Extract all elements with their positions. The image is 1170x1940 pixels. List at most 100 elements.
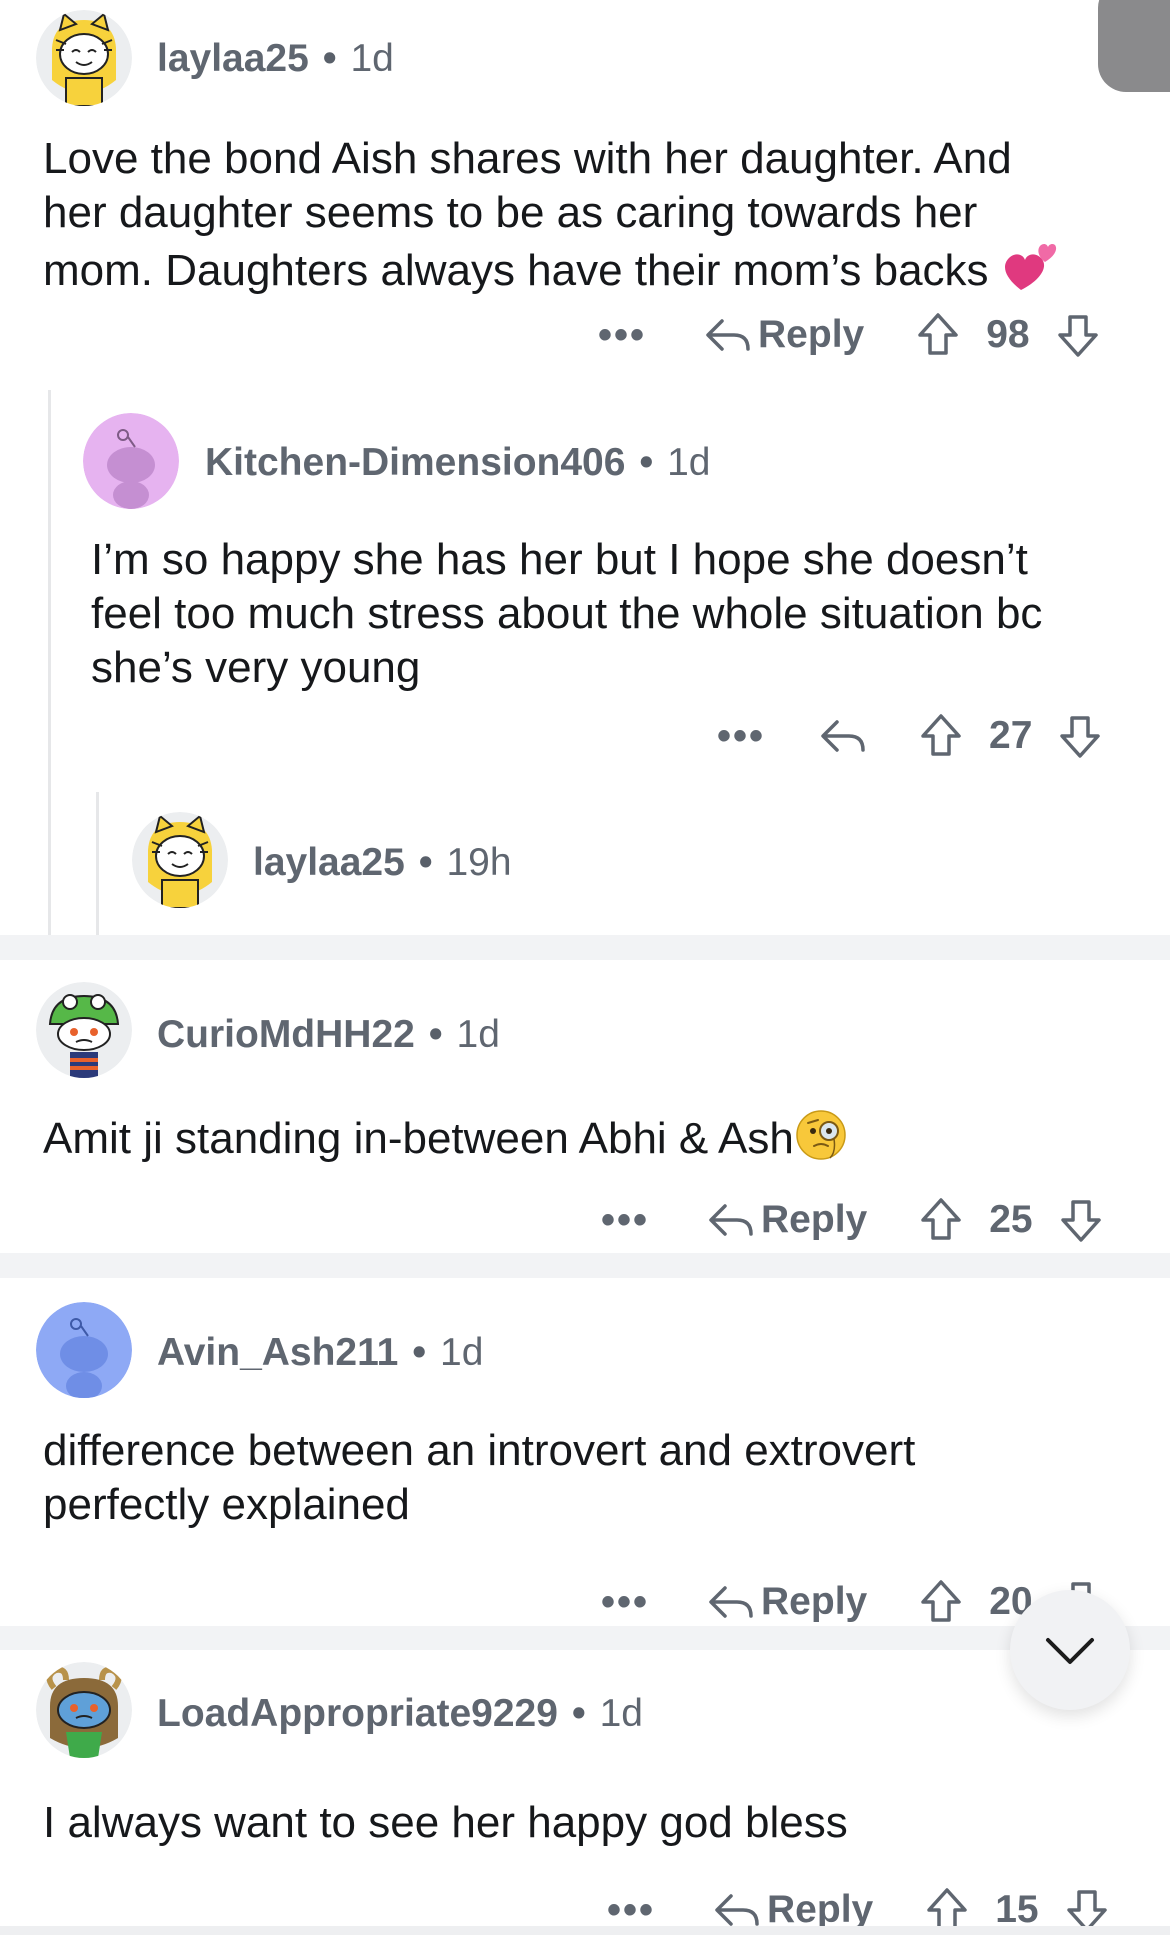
tiger-hood-avatar-icon [132, 812, 228, 908]
avatar[interactable] [83, 413, 179, 509]
avatar[interactable] [132, 812, 228, 908]
separator-dot: • [428, 1013, 443, 1056]
vote-score: 98 [986, 313, 1030, 356]
comment-0: laylaa25 • 1d Love the bond Aish shares wi… [0, 0, 1170, 375]
downvote-arrow-icon [1060, 1200, 1101, 1242]
timestamp: 1d [350, 37, 394, 80]
comment-line: feel too much stress about the whole sit… [91, 589, 1043, 638]
comment-body: difference between an introvert and extr… [43, 1424, 1143, 1532]
comment-actions: ••• Reply 98 [598, 305, 1102, 365]
downvote-arrow-icon [1057, 315, 1098, 357]
more-options-button[interactable]: ••• [601, 1198, 649, 1243]
separator-dot: • [639, 441, 654, 484]
downvote-arrow-icon [1060, 716, 1101, 758]
upvote-arrow-icon [921, 1198, 961, 1240]
downvote-button[interactable] [1054, 311, 1102, 359]
avatar[interactable] [36, 1302, 132, 1398]
separator-dot: • [418, 841, 433, 884]
tiger-hood-avatar-icon [36, 10, 132, 106]
reply-button[interactable]: Reply [707, 1580, 867, 1624]
reply-label: Reply [761, 1580, 868, 1623]
comment-separator [0, 1253, 1170, 1278]
next-comment-button[interactable] [1010, 1590, 1130, 1710]
more-options-button[interactable]: ••• [601, 1580, 649, 1625]
comment-meta: Kitchen-Dimension406 • 1d [205, 441, 710, 485]
more-options-button[interactable]: ••• [717, 714, 765, 759]
timestamp: 1d [456, 1013, 500, 1056]
comment-body: Amit ji standing in-between Abhi & Ash [43, 1108, 1143, 1175]
more-options-button[interactable]: ••• [598, 313, 646, 358]
default-snoo-avatar-icon [36, 1302, 132, 1398]
frog-hat-snoo-avatar-icon [36, 982, 132, 1078]
comment-line: difference between an introvert and extr… [43, 1426, 916, 1475]
upvote-button[interactable] [917, 1578, 965, 1626]
default-snoo-avatar-icon [83, 413, 179, 509]
avatar[interactable] [36, 1662, 132, 1758]
bottom-edge [0, 1926, 1170, 1935]
username[interactable]: laylaa25 [253, 841, 405, 884]
reply-label: Reply [758, 313, 865, 356]
upvote-button[interactable] [917, 1196, 965, 1244]
comment-line: Love the bond Aish shares with her daugh… [43, 134, 1012, 183]
avatar[interactable] [36, 982, 132, 1078]
comment-line-text: mom. Daughters always have their mom’s b… [43, 246, 989, 296]
comment-meta: laylaa25 • 1d [157, 37, 394, 81]
username[interactable]: Avin_Ash211 [157, 1331, 398, 1374]
comment-line: her daughter seems to be as caring towar… [43, 188, 978, 237]
comment-line-with-emoji: Amit ji standing in-between Abhi & Ash [43, 1108, 1143, 1175]
reply-button[interactable]: Reply [707, 1198, 867, 1242]
upvote-arrow-icon [921, 714, 961, 756]
upvote-button[interactable] [917, 712, 965, 760]
reply-button[interactable]: Reply [704, 313, 864, 357]
vote-score: 27 [989, 714, 1033, 757]
comment-body: I always want to see her happy god bless [43, 1796, 1143, 1850]
username[interactable]: LoadAppropriate9229 [157, 1692, 558, 1735]
reply-button[interactable] [819, 716, 867, 756]
comment-body: I’m so happy she has her but I hope she … [91, 533, 1151, 695]
separator-dot: • [571, 1692, 586, 1735]
comment-line: I’m so happy she has her but I hope she … [91, 535, 1028, 584]
timestamp: 1d [667, 441, 711, 484]
upvote-arrow-icon [918, 313, 958, 355]
username[interactable]: laylaa25 [157, 37, 309, 80]
reply-arrow-icon [821, 720, 865, 752]
timestamp: 1d [599, 1692, 643, 1735]
thread-line[interactable] [96, 792, 99, 935]
upvote-arrow-icon [921, 1580, 961, 1622]
upvote-button[interactable] [914, 311, 962, 359]
comment-line-text: Amit ji standing in-between Abhi & Ash [43, 1114, 794, 1164]
reply-arrow-icon [709, 1204, 753, 1236]
comment-meta: LoadAppropriate9229 • 1d [157, 1692, 643, 1736]
comment-line-with-emoji: mom. Daughters always have their mom’s b… [43, 240, 1143, 307]
username[interactable]: CurioMdHH22 [157, 1013, 415, 1056]
face-with-monocle-emoji [794, 1108, 848, 1175]
comment-line: she’s very young [91, 643, 421, 692]
comment-meta: laylaa25 • 19h [253, 841, 512, 885]
reply-arrow-icon [706, 319, 750, 351]
comment-separator [0, 935, 1170, 960]
comment-3: CurioMdHH22 • 1d Amit ji standing in-betwe… [0, 960, 1170, 1253]
comment-line: perfectly explained [43, 1480, 410, 1529]
comment-5: LoadAppropriate9229 • 1d I always want to … [0, 1650, 1170, 1932]
ram-horns-snoo-avatar-icon [36, 1662, 132, 1758]
vote-score: 25 [989, 1198, 1033, 1241]
comment-line: I always want to see her happy god bless [43, 1798, 848, 1847]
chevron-down-icon [1046, 1638, 1094, 1664]
downvote-button[interactable] [1056, 712, 1104, 760]
timestamp: 1d [440, 1331, 484, 1374]
comment-separator [0, 1626, 1170, 1650]
reply-label: Reply [761, 1198, 868, 1241]
separator-dot: • [322, 37, 337, 80]
avatar[interactable] [36, 10, 132, 106]
thread-line[interactable] [48, 390, 51, 935]
comment-body: Love the bond Aish shares with her daugh… [43, 132, 1143, 307]
scroll-indicator-tab[interactable] [1098, 0, 1170, 92]
downvote-button[interactable] [1057, 1196, 1105, 1244]
comment-meta: Avin_Ash211 • 1d [157, 1331, 483, 1375]
comment-meta: CurioMdHH22 • 1d [157, 1013, 500, 1057]
separator-dot: • [412, 1331, 427, 1374]
reply-arrow-icon [715, 1894, 759, 1926]
username[interactable]: Kitchen-Dimension406 [205, 441, 625, 484]
comment-2[interactable]: laylaa25 • 19h [110, 798, 1170, 933]
two-hearts-emoji [1001, 240, 1059, 307]
